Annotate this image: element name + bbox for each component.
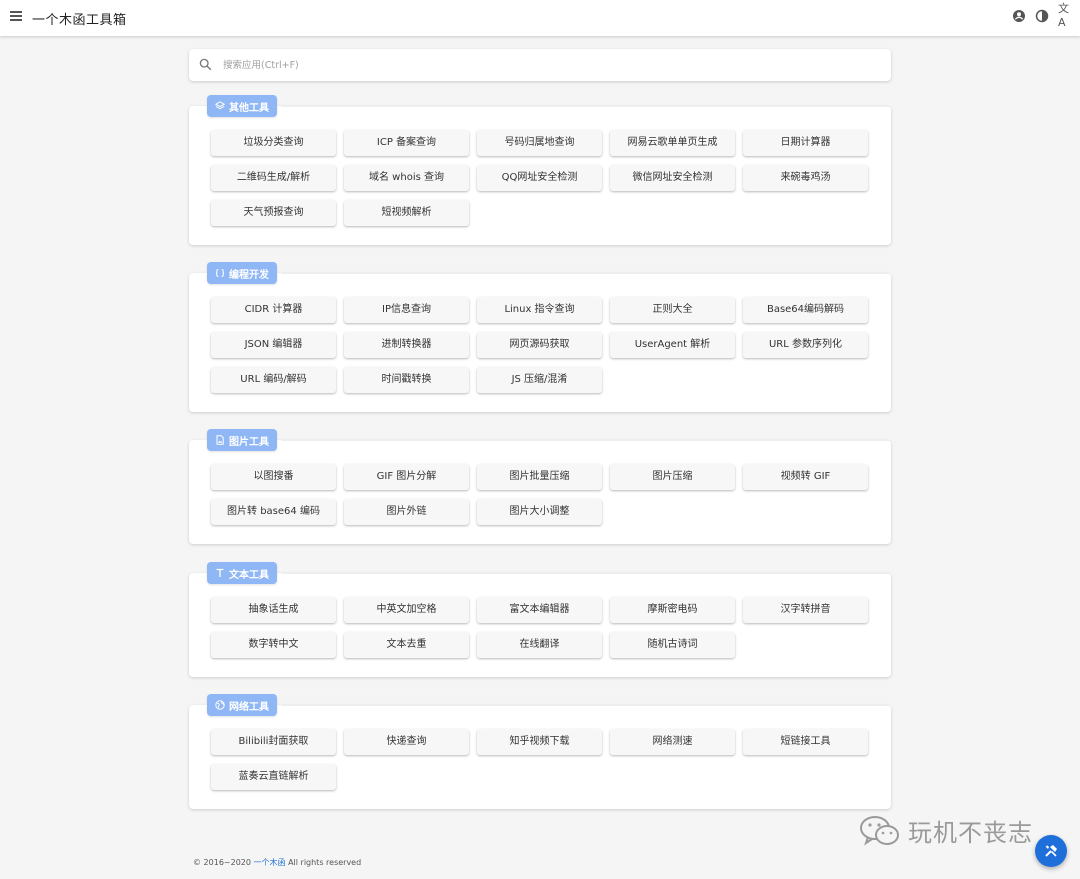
tool-button[interactable]: 日期计算器 bbox=[743, 130, 868, 156]
tool-button[interactable]: 网页源码获取 bbox=[477, 332, 602, 358]
category-title: 文本工具 bbox=[229, 569, 269, 581]
tool-button[interactable]: 摩斯密电码 bbox=[610, 597, 735, 623]
tool-button[interactable]: CIDR 计算器 bbox=[211, 297, 336, 323]
category-chip-network: 网络工具 bbox=[207, 694, 277, 716]
tool-button[interactable]: 抽象话生成 bbox=[211, 597, 336, 623]
tool-grid: 以图搜番 GIF 图片分解 图片批量压缩 图片压缩 视频转 GIF 图片转 ba… bbox=[211, 464, 868, 525]
tool-grid: Bilibili封面获取 快递查询 知乎视频下载 网络测速 短链接工具 蓝奏云直… bbox=[211, 729, 868, 790]
code-icon bbox=[215, 269, 225, 277]
footer-link[interactable]: 一个木函 bbox=[254, 858, 286, 867]
category-title: 其他工具 bbox=[229, 102, 269, 114]
tool-button[interactable]: 网易云歌单单页生成 bbox=[610, 130, 735, 156]
search-input[interactable] bbox=[223, 55, 823, 75]
tool-button[interactable]: JSON 编辑器 bbox=[211, 332, 336, 358]
tool-button[interactable]: URL 编码/解码 bbox=[211, 367, 336, 393]
tool-button[interactable]: 号码归属地查询 bbox=[477, 130, 602, 156]
tool-button[interactable]: QQ网址安全检测 bbox=[477, 165, 602, 191]
tool-button[interactable]: 图片转 base64 编码 bbox=[211, 499, 336, 525]
category-title: 编程开发 bbox=[229, 269, 269, 281]
category-chip-other: 其他工具 bbox=[207, 95, 277, 117]
text-icon bbox=[216, 568, 224, 577]
tool-button[interactable]: 汉字转拼音 bbox=[743, 597, 868, 623]
tool-button[interactable]: 图片外链 bbox=[344, 499, 469, 525]
tool-button[interactable]: 进制转换器 bbox=[344, 332, 469, 358]
app-title: 一个木函工具箱 bbox=[32, 13, 127, 28]
globe-icon bbox=[215, 700, 225, 710]
tool-button[interactable]: 图片压缩 bbox=[610, 464, 735, 490]
tool-button[interactable]: 中英文加空格 bbox=[344, 597, 469, 623]
tool-grid: CIDR 计算器 IP信息查询 Linux 指令查询 正则大全 Base64编码… bbox=[211, 297, 868, 393]
tool-button[interactable]: 文本去重 bbox=[344, 632, 469, 658]
category-card-dev: 编程开发 CIDR 计算器 IP信息查询 Linux 指令查询 正则大全 Bas… bbox=[189, 262, 891, 412]
footer: © 2016~2020 一个木函 All rights reserved bbox=[193, 857, 361, 868]
search-icon bbox=[199, 58, 212, 71]
tool-button[interactable]: 知乎视频下载 bbox=[477, 729, 602, 755]
tool-grid: 垃圾分类查询 ICP 备案查询 号码归属地查询 网易云歌单单页生成 日期计算器 … bbox=[211, 130, 868, 226]
tool-button[interactable]: UserAgent 解析 bbox=[610, 332, 735, 358]
tool-button[interactable]: 来碗毒鸡汤 bbox=[743, 165, 868, 191]
image-icon bbox=[216, 435, 224, 445]
footer-copyright: © 2016~2020 bbox=[193, 858, 251, 867]
wechat-icon bbox=[860, 815, 899, 845]
tool-button[interactable]: 短链接工具 bbox=[743, 729, 868, 755]
watermark: 玩机不丧志 bbox=[858, 813, 1033, 848]
tool-button[interactable]: 在线翻译 bbox=[477, 632, 602, 658]
tool-button[interactable]: 垃圾分类查询 bbox=[211, 130, 336, 156]
category-card-network: 网络工具 Bilibili封面获取 快递查询 知乎视频下载 网络测速 短链接工具… bbox=[189, 694, 891, 809]
tool-button[interactable]: 时间戳转换 bbox=[344, 367, 469, 393]
tool-button[interactable]: GIF 图片分解 bbox=[344, 464, 469, 490]
tool-button[interactable]: Linux 指令查询 bbox=[477, 297, 602, 323]
category-chip-text: 文本工具 bbox=[207, 562, 277, 584]
top-app-bar: 一个木函工具箱 文A bbox=[0, 0, 1080, 36]
tool-button[interactable]: URL 参数序列化 bbox=[743, 332, 868, 358]
tools-fab[interactable] bbox=[1035, 835, 1067, 867]
tool-button[interactable]: 数字转中文 bbox=[211, 632, 336, 658]
tool-button[interactable]: 快递查询 bbox=[344, 729, 469, 755]
tool-button[interactable]: 网络测速 bbox=[610, 729, 735, 755]
tool-button[interactable]: JS 压缩/混淆 bbox=[477, 367, 602, 393]
tool-button[interactable]: 天气预报查询 bbox=[211, 200, 336, 226]
tool-grid: 抽象话生成 中英文加空格 富文本编辑器 摩斯密电码 汉字转拼音 数字转中文 文本… bbox=[211, 597, 868, 658]
tool-button[interactable]: Bilibili封面获取 bbox=[211, 729, 336, 755]
category-card-other: 其他工具 垃圾分类查询 ICP 备案查询 号码归属地查询 网易云歌单单页生成 日… bbox=[189, 95, 891, 245]
translate-icon[interactable]: 文A bbox=[1058, 2, 1072, 29]
layers-icon bbox=[215, 101, 225, 110]
category-title: 图片工具 bbox=[229, 436, 269, 448]
tool-button[interactable]: 二维码生成/解析 bbox=[211, 165, 336, 191]
category-card-text: 文本工具 抽象话生成 中英文加空格 富文本编辑器 摩斯密电码 汉字转拼音 数字转… bbox=[189, 562, 891, 677]
account-icon[interactable] bbox=[1012, 9, 1026, 23]
watermark-text: 玩机不丧志 bbox=[908, 819, 1033, 847]
theme-icon[interactable] bbox=[1035, 9, 1049, 23]
tool-button[interactable]: 短视频解析 bbox=[344, 200, 469, 226]
tool-button[interactable]: 图片批量压缩 bbox=[477, 464, 602, 490]
tool-button[interactable]: 蓝奏云直链解析 bbox=[211, 764, 336, 790]
category-chip-image: 图片工具 bbox=[207, 429, 277, 451]
tool-button[interactable]: 微信网址安全检测 bbox=[610, 165, 735, 191]
tool-button[interactable]: Base64编码解码 bbox=[743, 297, 868, 323]
tool-button[interactable]: 域名 whois 查询 bbox=[344, 165, 469, 191]
tool-button[interactable]: IP信息查询 bbox=[344, 297, 469, 323]
tool-button[interactable]: ICP 备案查询 bbox=[344, 130, 469, 156]
tool-button[interactable]: 图片大小调整 bbox=[477, 499, 602, 525]
category-card-image: 图片工具 以图搜番 GIF 图片分解 图片批量压缩 图片压缩 视频转 GIF 图… bbox=[189, 429, 891, 544]
tool-button[interactable]: 富文本编辑器 bbox=[477, 597, 602, 623]
top-actions: 文A bbox=[1012, 2, 1072, 29]
category-chip-dev: 编程开发 bbox=[207, 262, 277, 284]
search-bar bbox=[189, 49, 891, 81]
tools-icon bbox=[1045, 845, 1057, 857]
footer-rights: All rights reserved bbox=[288, 858, 362, 867]
tool-button[interactable]: 视频转 GIF bbox=[743, 464, 868, 490]
tool-button[interactable]: 以图搜番 bbox=[211, 464, 336, 490]
menu-icon[interactable] bbox=[10, 11, 22, 23]
translate-glyph: 文A bbox=[1058, 2, 1069, 29]
category-title: 网络工具 bbox=[229, 701, 269, 713]
tool-button[interactable]: 随机古诗词 bbox=[610, 632, 735, 658]
tool-button[interactable]: 正则大全 bbox=[610, 297, 735, 323]
